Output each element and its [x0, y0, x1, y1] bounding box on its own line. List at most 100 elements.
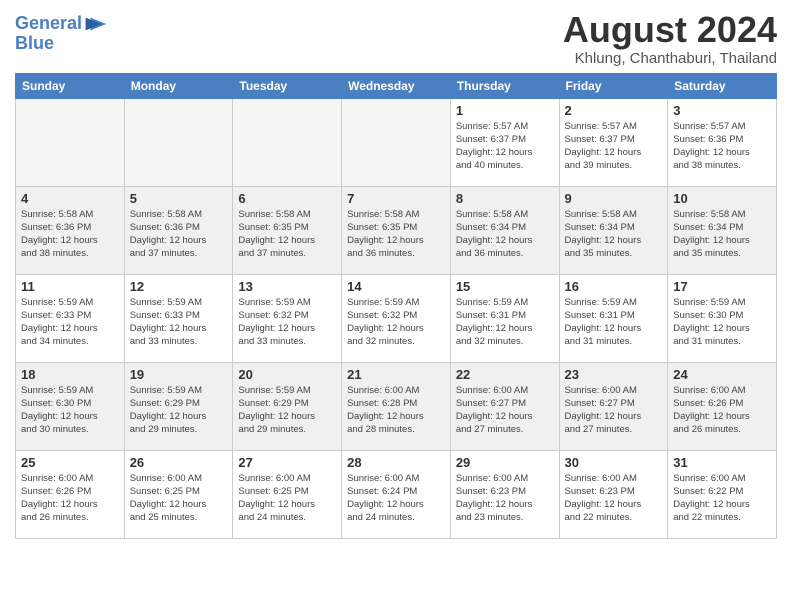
location: Khlung, Chanthaburi, Thailand: [563, 50, 777, 67]
header-cell-thursday: Thursday: [450, 73, 559, 98]
day-cell: 30 Sunrise: 6:00 AM Sunset: 6:23 PM Dayli…: [559, 450, 668, 538]
day-number: 8: [456, 191, 554, 206]
day-number: 17: [673, 279, 771, 294]
day-info: Sunrise: 5:58 AM Sunset: 6:34 PM Dayligh…: [456, 208, 554, 261]
day-cell: 8 Sunrise: 5:58 AM Sunset: 6:34 PM Daylig…: [450, 186, 559, 274]
day-number: 13: [238, 279, 336, 294]
day-cell: 17Sunrise: 5:59 AM Sunset: 6:30 PM Dayli…: [668, 274, 777, 362]
day-number: 28: [347, 455, 445, 470]
day-info: Sunrise: 5:59 AM Sunset: 6:32 PM Dayligh…: [238, 296, 336, 349]
day-info: Sunrise: 5:58 AM Sunset: 6:35 PM Dayligh…: [347, 208, 445, 261]
day-info: Sunrise: 5:58 AM Sunset: 6:34 PM Dayligh…: [565, 208, 663, 261]
day-cell: [16, 98, 125, 186]
day-number: 20: [238, 367, 336, 382]
day-number: 4: [21, 191, 119, 206]
day-number: 11: [21, 279, 119, 294]
day-cell: 13 Sunrise: 5:59 AM Sunset: 6:32 PM Dayli…: [233, 274, 342, 362]
day-info: Sunrise: 6:00 AM Sunset: 6:25 PM Dayligh…: [130, 472, 228, 525]
day-cell: 23 Sunrise: 6:00 AM Sunset: 6:27 PM Dayli…: [559, 362, 668, 450]
month-title: August 2024: [563, 10, 777, 50]
header-cell-friday: Friday: [559, 73, 668, 98]
day-number: 22: [456, 367, 554, 382]
header-cell-monday: Monday: [124, 73, 233, 98]
day-info: Sunrise: 6:00 AM Sunset: 6:27 PM Dayligh…: [565, 384, 663, 437]
header-cell-tuesday: Tuesday: [233, 73, 342, 98]
day-cell: [233, 98, 342, 186]
day-cell: 28 Sunrise: 6:00 AM Sunset: 6:24 PM Dayli…: [342, 450, 451, 538]
day-info: Sunrise: 5:57 AM Sunset: 6:36 PM Dayligh…: [673, 120, 771, 173]
day-cell: 20 Sunrise: 5:59 AM Sunset: 6:29 PM Dayli…: [233, 362, 342, 450]
header: General Blue August 2024 Khlung, Chantha…: [15, 10, 777, 67]
day-number: 7: [347, 191, 445, 206]
day-cell: 14Sunrise: 5:59 AM Sunset: 6:32 PM Dayli…: [342, 274, 451, 362]
day-info: Sunrise: 5:59 AM Sunset: 6:31 PM Dayligh…: [565, 296, 663, 349]
week-row-3: 11 Sunrise: 5:59 AM Sunset: 6:33 PM Dayli…: [16, 274, 777, 362]
day-info: Sunrise: 6:00 AM Sunset: 6:22 PM Dayligh…: [673, 472, 771, 525]
day-cell: 15 Sunrise: 5:59 AM Sunset: 6:31 PM Dayli…: [450, 274, 559, 362]
day-info: Sunrise: 5:59 AM Sunset: 6:29 PM Dayligh…: [238, 384, 336, 437]
day-info: Sunrise: 6:00 AM Sunset: 6:26 PM Dayligh…: [21, 472, 119, 525]
day-info: Sunrise: 5:58 AM Sunset: 6:36 PM Dayligh…: [21, 208, 119, 261]
day-info: Sunrise: 5:58 AM Sunset: 6:34 PM Dayligh…: [673, 208, 771, 261]
day-number: 15: [456, 279, 554, 294]
day-number: 9: [565, 191, 663, 206]
day-cell: 10 Sunrise: 5:58 AM Sunset: 6:34 PM Dayli…: [668, 186, 777, 274]
day-cell: 18Sunrise: 5:59 AM Sunset: 6:30 PM Dayli…: [16, 362, 125, 450]
logo-icon: [84, 14, 108, 34]
day-number: 10: [673, 191, 771, 206]
day-info: Sunrise: 6:00 AM Sunset: 6:24 PM Dayligh…: [347, 472, 445, 525]
day-number: 30: [565, 455, 663, 470]
day-info: Sunrise: 6:00 AM Sunset: 6:23 PM Dayligh…: [565, 472, 663, 525]
day-cell: 29 Sunrise: 6:00 AM Sunset: 6:23 PM Dayli…: [450, 450, 559, 538]
day-cell: 21 Sunrise: 6:00 AM Sunset: 6:28 PM Dayli…: [342, 362, 451, 450]
day-info: Sunrise: 5:59 AM Sunset: 6:29 PM Dayligh…: [130, 384, 228, 437]
day-cell: 5 Sunrise: 5:58 AM Sunset: 6:36 PM Daylig…: [124, 186, 233, 274]
day-info: Sunrise: 5:59 AM Sunset: 6:30 PM Dayligh…: [21, 384, 119, 437]
header-row: SundayMondayTuesdayWednesdayThursdayFrid…: [16, 73, 777, 98]
day-cell: [342, 98, 451, 186]
day-info: Sunrise: 6:00 AM Sunset: 6:23 PM Dayligh…: [456, 472, 554, 525]
logo-text: General: [15, 14, 82, 34]
day-cell: 26 Sunrise: 6:00 AM Sunset: 6:25 PM Dayli…: [124, 450, 233, 538]
day-number: 3: [673, 103, 771, 118]
day-info: Sunrise: 5:58 AM Sunset: 6:35 PM Dayligh…: [238, 208, 336, 261]
day-cell: 22Sunrise: 6:00 AM Sunset: 6:27 PM Dayli…: [450, 362, 559, 450]
day-cell: 24 Sunrise: 6:00 AM Sunset: 6:26 PM Dayli…: [668, 362, 777, 450]
header-cell-saturday: Saturday: [668, 73, 777, 98]
day-number: 26: [130, 455, 228, 470]
day-number: 25: [21, 455, 119, 470]
day-cell: 27Sunrise: 6:00 AM Sunset: 6:25 PM Dayli…: [233, 450, 342, 538]
day-cell: 25 Sunrise: 6:00 AM Sunset: 6:26 PM Dayli…: [16, 450, 125, 538]
day-cell: 3 Sunrise: 5:57 AM Sunset: 6:36 PM Daylig…: [668, 98, 777, 186]
day-number: 2: [565, 103, 663, 118]
day-number: 12: [130, 279, 228, 294]
day-number: 21: [347, 367, 445, 382]
day-info: Sunrise: 5:58 AM Sunset: 6:36 PM Dayligh…: [130, 208, 228, 261]
header-cell-wednesday: Wednesday: [342, 73, 451, 98]
day-info: Sunrise: 5:57 AM Sunset: 6:37 PM Dayligh…: [456, 120, 554, 173]
day-number: 27: [238, 455, 336, 470]
day-info: Sunrise: 6:00 AM Sunset: 6:26 PM Dayligh…: [673, 384, 771, 437]
day-cell: 11Sunrise: 5:59 AM Sunset: 6:33 PM Dayli…: [16, 274, 125, 362]
day-cell: 2Sunrise: 5:57 AM Sunset: 6:37 PM Daylig…: [559, 98, 668, 186]
day-cell: 1 Sunrise: 5:57 AM Sunset: 6:37 PM Daylig…: [450, 98, 559, 186]
day-info: Sunrise: 5:59 AM Sunset: 6:33 PM Dayligh…: [130, 296, 228, 349]
day-cell: 19Sunrise: 5:59 AM Sunset: 6:29 PM Dayli…: [124, 362, 233, 450]
day-info: Sunrise: 6:00 AM Sunset: 6:28 PM Dayligh…: [347, 384, 445, 437]
day-number: 23: [565, 367, 663, 382]
day-number: 29: [456, 455, 554, 470]
day-cell: 31Sunrise: 6:00 AM Sunset: 6:22 PM Dayli…: [668, 450, 777, 538]
week-row-2: 4 Sunrise: 5:58 AM Sunset: 6:36 PM Daylig…: [16, 186, 777, 274]
day-number: 1: [456, 103, 554, 118]
day-number: 6: [238, 191, 336, 206]
day-number: 5: [130, 191, 228, 206]
day-cell: 7 Sunrise: 5:58 AM Sunset: 6:35 PM Daylig…: [342, 186, 451, 274]
day-cell: 12 Sunrise: 5:59 AM Sunset: 6:33 PM Dayli…: [124, 274, 233, 362]
title-area: August 2024 Khlung, Chanthaburi, Thailan…: [563, 10, 777, 67]
day-number: 24: [673, 367, 771, 382]
day-info: Sunrise: 5:59 AM Sunset: 6:31 PM Dayligh…: [456, 296, 554, 349]
logo-blue-text: Blue: [15, 34, 108, 54]
day-cell: 16Sunrise: 5:59 AM Sunset: 6:31 PM Dayli…: [559, 274, 668, 362]
week-row-4: 18Sunrise: 5:59 AM Sunset: 6:30 PM Dayli…: [16, 362, 777, 450]
week-row-5: 25 Sunrise: 6:00 AM Sunset: 6:26 PM Dayli…: [16, 450, 777, 538]
